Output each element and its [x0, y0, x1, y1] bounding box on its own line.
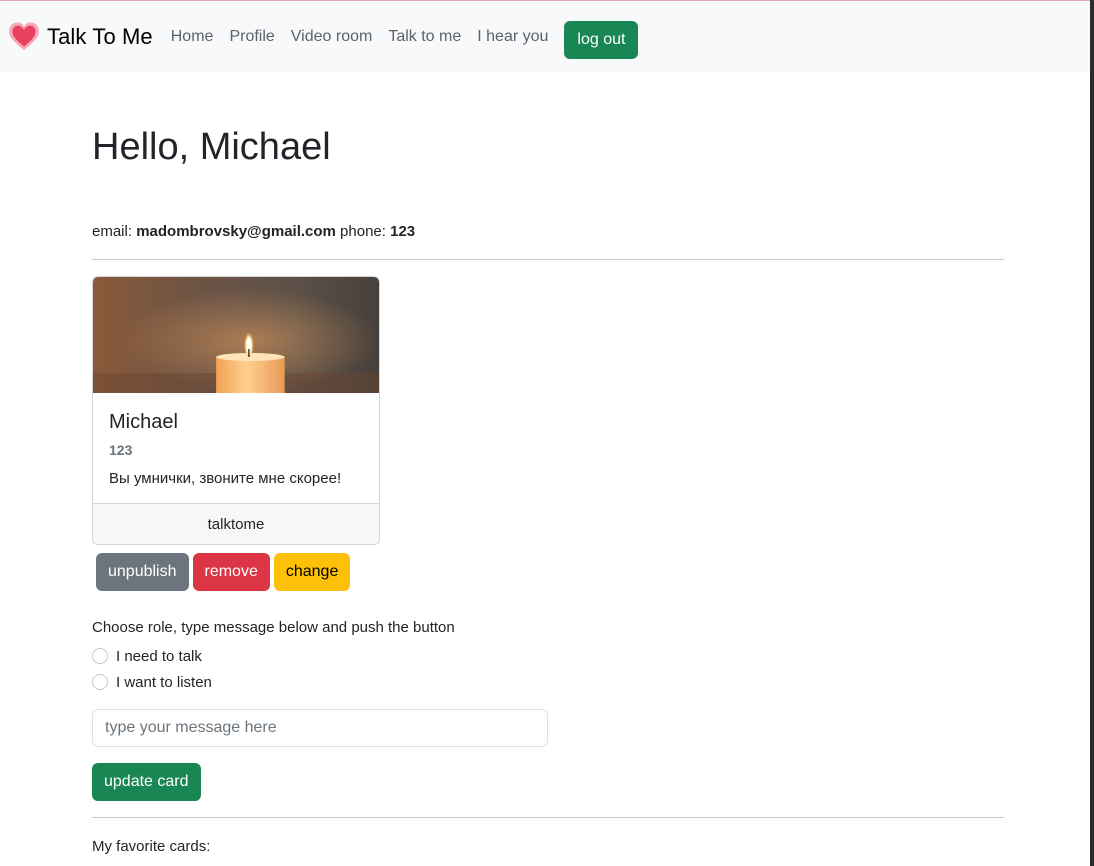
favorites-label: My favorite cards: — [92, 837, 211, 855]
message-input[interactable] — [92, 708, 548, 747]
profile-card: Michael 123 Вы умнички, звоните мне скор… — [92, 275, 380, 545]
phone-value: 123 — [390, 222, 416, 240]
logout-button[interactable]: log out — [564, 20, 639, 59]
radio-talk[interactable] — [92, 648, 108, 665]
divider — [92, 816, 1004, 818]
nav-link-talk-to-me[interactable]: Talk to me — [388, 28, 461, 46]
window-edge — [1090, 0, 1094, 866]
role-option-talk[interactable]: I need to talk — [92, 648, 1004, 665]
candle-image — [93, 276, 379, 393]
change-button[interactable]: change — [273, 552, 351, 591]
heart-icon — [9, 22, 39, 50]
card-footer: talktome — [93, 502, 379, 544]
card-body: Michael 123 Вы умнички, звоните мне скор… — [93, 393, 379, 503]
card-message: Вы умнички, звоните мне скорее! — [109, 469, 342, 487]
nav-link-profile[interactable]: Profile — [229, 28, 274, 46]
phone-label: phone: — [340, 222, 386, 240]
page-title: Hello, Michael — [92, 126, 331, 168]
browser-viewport: Talk To Me Home Profile Video room Talk … — [0, 0, 1090, 866]
main-content: Hello, Michael email: madombrovsky@gmail… — [92, 73, 1004, 855]
card-name: Michael — [109, 410, 178, 433]
remove-button[interactable]: remove — [192, 552, 270, 591]
card-actions: unpublish remove change — [96, 552, 1004, 591]
navbar: Talk To Me Home Profile Video room Talk … — [0, 1, 1090, 72]
radio-listen[interactable] — [92, 674, 108, 691]
unpublish-button[interactable]: unpublish — [96, 552, 189, 591]
brand-link[interactable]: Talk To Me — [8, 21, 153, 53]
card-phone: 123 — [109, 441, 133, 458]
role-option-listen[interactable]: I want to listen — [92, 674, 1004, 691]
role-label-listen: I want to listen — [116, 673, 212, 691]
nav-link-home[interactable]: Home — [171, 28, 214, 46]
role-label-talk: I need to talk — [116, 647, 202, 665]
divider — [92, 258, 1004, 260]
email-label: email: — [92, 222, 133, 240]
update-card-button[interactable]: update card — [92, 762, 201, 801]
nav-link-i-hear-you[interactable]: I hear you — [477, 28, 548, 46]
contact-info: email: madombrovsky@gmail.com phone: 123 — [92, 223, 1004, 240]
email-value: madombrovsky@gmail.com — [136, 222, 336, 240]
brand-name: Talk To Me — [47, 23, 153, 49]
form-instructions: Choose role, type message below and push… — [92, 618, 455, 636]
nav-link-video-room[interactable]: Video room — [291, 28, 373, 46]
